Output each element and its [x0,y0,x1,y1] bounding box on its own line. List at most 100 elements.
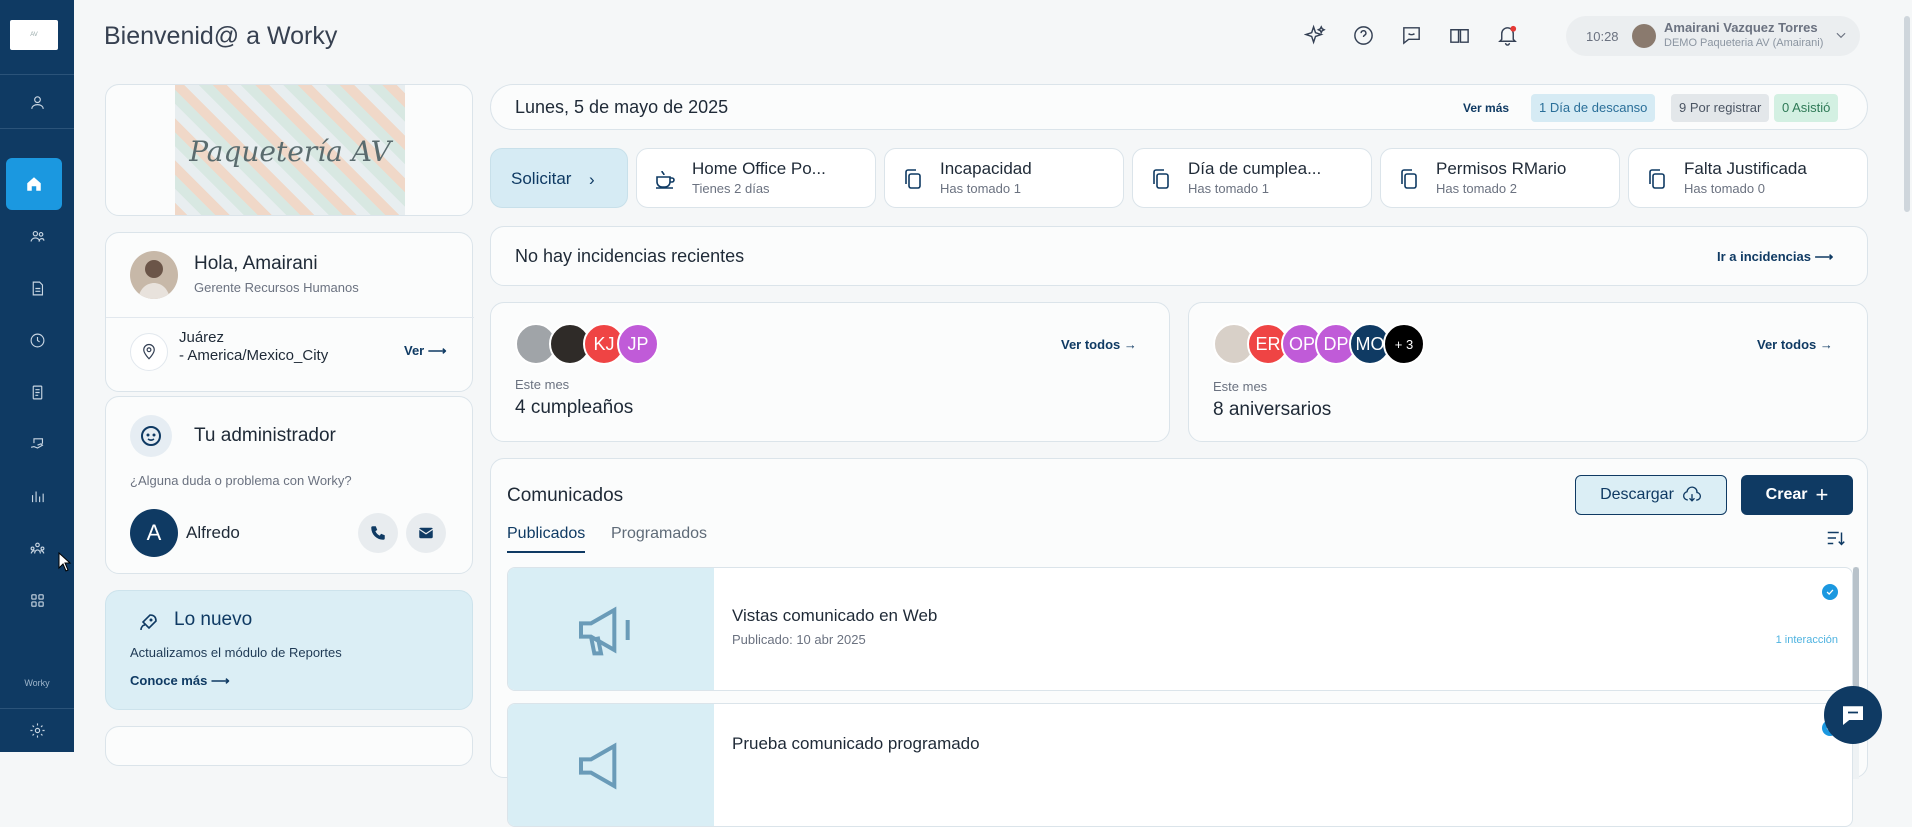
phone-icon [371,526,385,540]
more-avatars-badge[interactable]: + 3 [1383,323,1425,365]
greeting-title: Hola, Amairani [194,253,318,274]
chevron-right-icon: › [589,170,595,189]
call-admin-button[interactable] [358,513,398,553]
birthdays-card: KJ JP Ver todos → Este mes 4 cumpleaños [490,302,1170,442]
user-name: Amairani Vazquez Torres [1664,20,1818,35]
notifications-button[interactable] [1494,22,1520,48]
announcement-date: Publicado: 10 abr 2025 [732,632,866,647]
request-type-balance: Has tomado 1 [1188,181,1269,196]
page-scrollbar[interactable] [1904,16,1910,212]
download-button-label: Descargar [1600,486,1674,503]
arrow-right-icon: ⟶ [210,673,230,688]
sidebar-item-profile[interactable] [0,76,74,128]
plus-icon: + [1815,482,1829,507]
status-badge-pending[interactable]: 9 Por registrar [1671,94,1770,122]
whats-new-link-label: Conoce más [130,673,208,688]
incidents-link[interactable]: Ir a incidencias ⟶ [1717,249,1833,265]
list-item[interactable]: Prueba comunicado programado [507,703,1853,827]
sparkles-icon [1303,24,1326,44]
incidents-empty-text: No hay incidencias recientes [515,246,745,266]
chevron-down-icon [1836,32,1846,39]
sidebar-item-payroll[interactable] [0,418,74,470]
sidebar-item-attendance[interactable] [0,314,74,366]
user-company: DEMO Paqueteria AV (Amairani) [1664,37,1824,49]
request-type-birthday[interactable]: Día de cumplea... Has tomado 1 [1132,148,1372,208]
coffee-icon [656,170,675,189]
extra-card [105,726,473,766]
avatar[interactable]: JP [617,323,659,365]
birthdays-view-all[interactable]: Ver todos → [1061,337,1137,352]
chat-icon [1402,26,1420,45]
whats-new-card: Lo nuevo Actualizamos el módulo de Repor… [105,590,473,710]
tab-published[interactable]: Publicados [507,525,586,553]
email-admin-button[interactable] [406,513,446,553]
payroll-icon [30,437,43,449]
sidebar-item-home[interactable] [6,158,62,210]
download-button[interactable]: Descargar [1575,475,1727,515]
chat-bubble-icon [1843,706,1863,725]
top-bar: Bienvenid@ a Worky 10:28 Amairani Vazque… [74,0,1912,72]
chat-support-button[interactable] [1824,686,1882,744]
request-type-balance: Has tomado 1 [940,181,1021,196]
anniversaries-view-all[interactable]: Ver todos → [1757,337,1833,352]
request-type-title: Incapacidad [940,159,1032,178]
avatar [130,251,178,299]
document-icon [32,281,43,295]
request-type-permisos[interactable]: Permisos RMario Has tomado 2 [1380,148,1620,208]
news-button[interactable] [1446,22,1472,48]
request-button[interactable]: Solicitar › [490,148,628,208]
request-type-title: Falta Justificada [1684,159,1807,178]
user-menu[interactable]: 10:28 Amairani Vazquez Torres DEMO Paque… [1566,16,1860,56]
incidents-link-label: Ir a incidencias [1717,249,1811,264]
request-type-incapacidad[interactable]: Incapacidad Has tomado 1 [884,148,1124,208]
announcements-card: Comunicados Descargar Crear + Publicados… [490,458,1868,827]
location-view-link[interactable]: Ver ⟶ [404,343,447,359]
announcement-title: Vistas comunicado en Web [732,606,938,625]
request-type-home-office[interactable]: Home Office Po... Tienes 2 días [636,148,876,208]
announcement-thumbnail [508,568,714,690]
whats-new-link[interactable]: Conoce más ⟶ [130,673,230,689]
feedback-button[interactable] [1398,22,1424,48]
request-type-title: Día de cumplea... [1188,159,1322,178]
check-icon [1822,584,1838,600]
date-bar: Lunes, 5 de mayo de 2025 Ver más 1 Día d… [490,84,1868,130]
anniversaries-view-all-label: Ver todos [1757,337,1817,352]
sidebar-item-reports[interactable] [0,470,74,522]
location-text: Juárez - America/Mexico_City [179,329,328,365]
incidents-card: No hay incidencias recientes Ir a incide… [490,226,1868,286]
anniversaries-count: 8 aniversarios [1213,399,1332,420]
help-button[interactable] [1350,22,1376,48]
copy-icon [905,169,921,189]
status-badge-rest[interactable]: 1 Día de descanso [1531,94,1656,122]
company-logo-small[interactable]: AV [10,20,58,50]
request-type-title: Permisos RMario [1436,159,1567,178]
mouse-cursor-icon [58,552,72,572]
copy-icon [1153,169,1169,189]
clock-icon [30,333,44,347]
sidebar-item-team[interactable] [0,210,74,262]
reports-icon [31,491,44,502]
company-logo-card: Paquetería AV [105,84,473,216]
status-badge-attended[interactable]: 0 Asistió [1774,94,1839,122]
sidebar-item-documents[interactable] [0,262,74,314]
list-item[interactable]: Vistas comunicado en Web Publicado: 10 a… [507,567,1853,691]
arrow-right-icon: ⟶ [1814,249,1834,264]
request-button-label: Solicitar [511,169,572,188]
create-button[interactable]: Crear + [1741,475,1853,515]
sidebar-item-settings[interactable] [0,708,74,752]
sidebar-divider [0,74,74,75]
see-more-link[interactable]: Ver más [1463,101,1509,115]
sidebar-item-requests[interactable] [0,366,74,418]
announcements-scrollbar[interactable] [1853,567,1859,779]
request-type-title: Home Office Po... [692,159,826,178]
divider [106,317,474,318]
location-timezone: - America/Mexico_City [179,347,329,364]
birthdays-view-all-label: Ver todos [1061,337,1121,352]
home-icon [27,177,41,191]
tab-scheduled[interactable]: Programados [611,525,707,543]
ai-button[interactable] [1302,22,1328,48]
sort-icon[interactable] [1825,527,1847,549]
rocket-icon [140,614,157,631]
sidebar-item-apps[interactable] [0,574,74,626]
request-type-falta[interactable]: Falta Justificada Has tomado 0 [1628,148,1868,208]
